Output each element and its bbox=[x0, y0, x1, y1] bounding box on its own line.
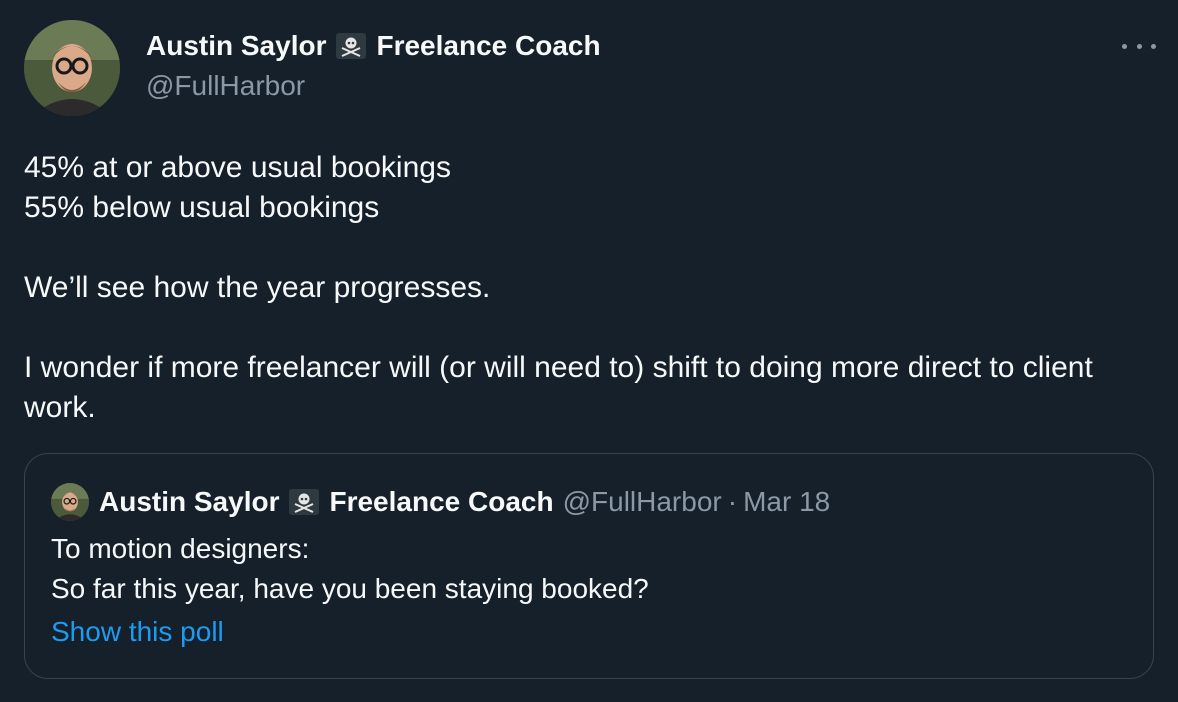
skull-crossbones-icon bbox=[289, 488, 320, 516]
avatar-image bbox=[24, 20, 120, 116]
tweet-line-1: 45% at or above usual bookings bbox=[24, 151, 451, 184]
quoted-line-2: So far this year, have you been staying … bbox=[51, 573, 649, 604]
skull-crossbones-icon bbox=[336, 32, 367, 60]
quoted-author-handle[interactable]: @FullHarbor bbox=[563, 486, 722, 518]
tweet-text: 45% at or above usual bookings 55% below… bbox=[24, 148, 1154, 428]
tweet-line-2: 55% below usual bookings bbox=[24, 191, 380, 224]
quoted-tweet[interactable]: Austin Saylor Freelance Coach @FullHarbo… bbox=[24, 453, 1154, 679]
tweet: Austin Saylor Freelance Coach @FullHarbo… bbox=[0, 0, 1178, 702]
author-name[interactable]: Austin Saylor bbox=[146, 30, 326, 62]
quoted-author-name[interactable]: Austin Saylor bbox=[99, 486, 279, 518]
quoted-header: Austin Saylor Freelance Coach @FullHarbo… bbox=[99, 482, 830, 522]
author-title[interactable]: Freelance Coach bbox=[376, 30, 600, 62]
tweet-line-4: I wonder if more freelancer will (or wil… bbox=[24, 351, 1093, 424]
quoted-avatar[interactable] bbox=[51, 483, 89, 521]
show-poll-link[interactable]: Show this poll bbox=[51, 616, 224, 648]
quoted-author-title[interactable]: Freelance Coach bbox=[329, 486, 553, 518]
author-name-row[interactable]: Austin Saylor Freelance Coach bbox=[146, 28, 601, 64]
quoted-separator: · bbox=[727, 486, 738, 517]
more-options-icon[interactable] bbox=[1122, 36, 1156, 56]
quoted-date[interactable]: Mar 18 bbox=[743, 486, 830, 518]
quoted-line-1: To motion designers: bbox=[51, 533, 310, 564]
quoted-avatar-image bbox=[51, 483, 89, 521]
tweet-line-3: We’ll see how the year progresses. bbox=[24, 271, 491, 304]
quoted-text: To motion designers: So far this year, h… bbox=[51, 529, 649, 609]
author-handle[interactable]: @FullHarbor bbox=[146, 70, 305, 102]
avatar[interactable] bbox=[24, 20, 120, 116]
